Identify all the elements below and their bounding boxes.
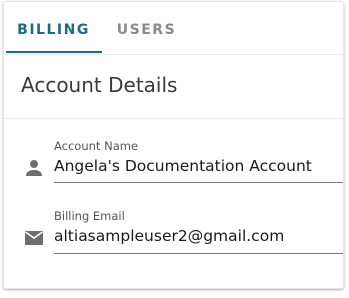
section-title: Account Details — [21, 73, 178, 97]
active-tab-indicator — [6, 51, 102, 53]
account-name-value[interactable]: Angela's Documentation Account — [54, 157, 312, 175]
tab-users[interactable]: USERS — [108, 2, 185, 54]
tab-billing[interactable]: BILLING — [5, 2, 102, 54]
section-divider — [4, 118, 343, 119]
account-name-underline — [54, 182, 343, 183]
account-name-label: Account Name — [54, 139, 139, 153]
person-icon — [26, 160, 42, 176]
account-card: BILLING USERS Account Details Account Na… — [3, 1, 344, 289]
billing-email-value[interactable]: altiasampleuser2@gmail.com — [54, 227, 284, 245]
email-icon — [25, 231, 43, 245]
billing-email-label: Billing Email — [54, 209, 125, 223]
billing-email-underline — [54, 253, 343, 254]
tab-bar: BILLING USERS — [4, 2, 343, 55]
